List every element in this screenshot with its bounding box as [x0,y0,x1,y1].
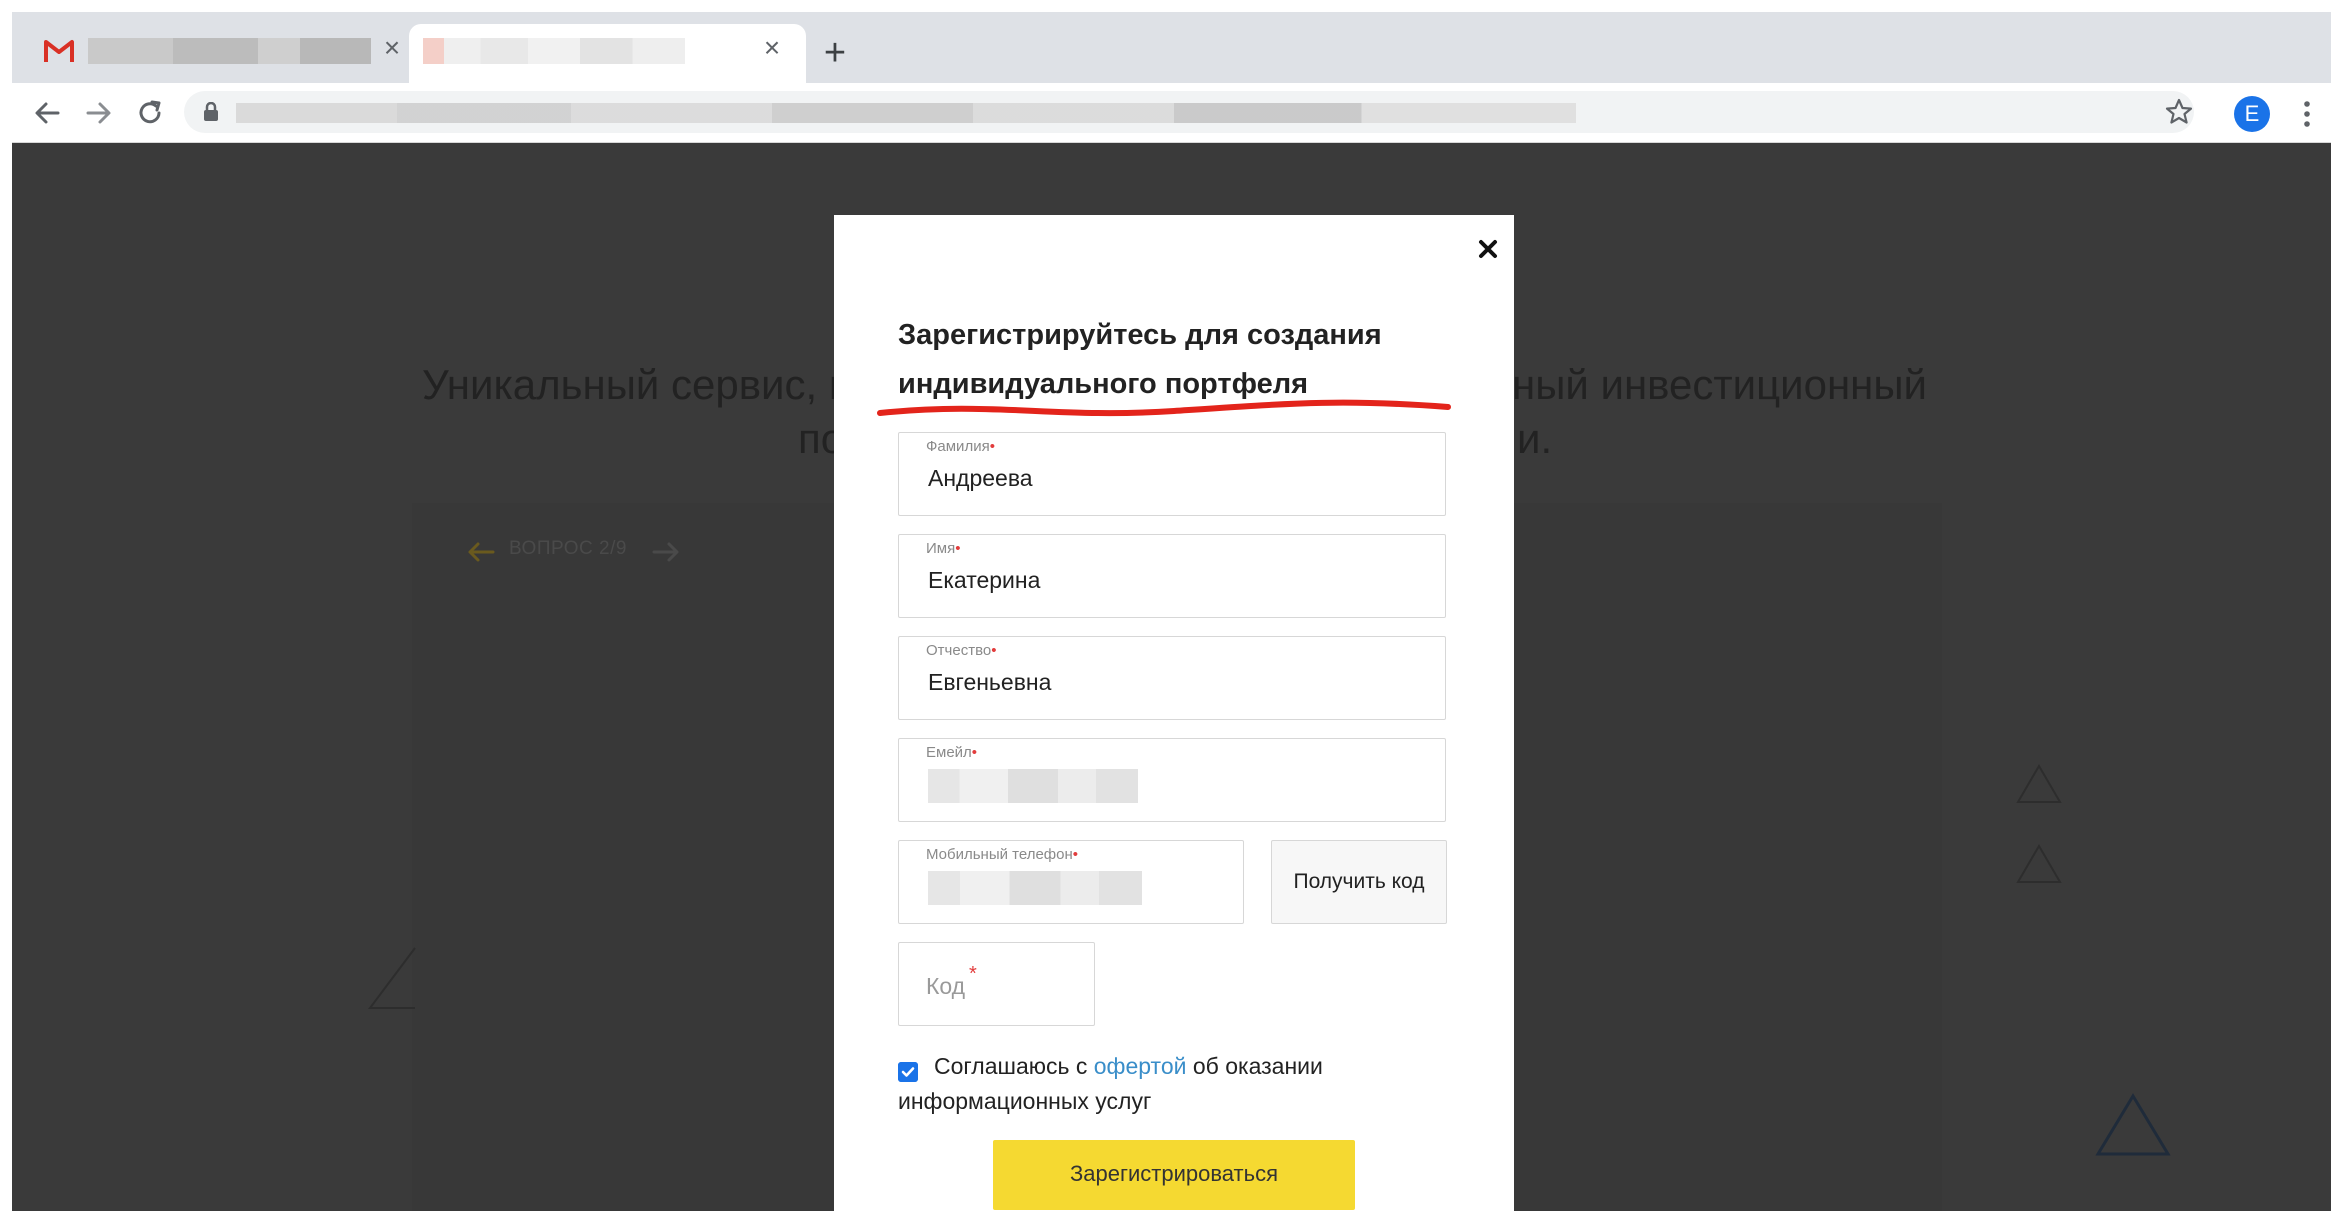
field-label: Фамилия• [926,438,995,455]
field-label: Мобильный телефон• [926,846,1079,863]
registration-modal: Зарегистрируйтесь для создания индивидуа… [834,215,1514,1211]
agree-text-line2: информационных услуг [898,1088,1152,1114]
close-icon[interactable]: × [756,32,788,64]
star-icon[interactable] [2162,95,2196,129]
tab-gmail[interactable]: × [24,24,414,83]
surname-field[interactable]: Фамилия• Андреева [898,432,1446,516]
first-name-value: Екатерина [928,567,1041,593]
forward-arrow-icon[interactable] [78,93,118,133]
address-bar[interactable] [184,91,2194,133]
agree-text: Соглашаюсь с офертой об оказании [934,1053,1323,1079]
code-field[interactable]: Код * [898,942,1095,1026]
field-label: Емейл• [926,744,978,761]
close-icon[interactable] [1476,237,1500,261]
modal-title-line1: Зарегистрируйтесь для создания [898,319,1382,351]
url-redacted [236,103,1576,123]
triangle-decoration [2016,844,2062,883]
field-label: Отчество• [926,642,997,659]
email-field[interactable]: Емейл• [898,738,1446,822]
browser-toolbar: E [12,83,2331,143]
arrow-left-icon [468,542,495,562]
question-counter: ВОПРОС 2/9 [509,538,627,559]
patronymic-field[interactable]: Отчество• Евгеньевна [898,636,1446,720]
code-placeholder: Код [926,973,966,999]
triangle-decoration [2016,764,2062,803]
reload-icon[interactable] [130,93,170,133]
surname-value: Андреева [928,465,1033,491]
agree-checkbox[interactable] [898,1062,918,1082]
tab-title-redacted [88,38,371,64]
red-underline-annotation [877,399,1451,417]
register-button[interactable]: Зарегистрироваться [993,1140,1355,1210]
get-code-button[interactable]: Получить код [1271,840,1447,924]
phone-value-redacted [928,871,1142,905]
offer-link[interactable]: офертой [1094,1053,1187,1079]
tab-strip: × × + [12,12,2331,83]
browser-window: × × + E Уникальный сервис, п ный инвести… [12,12,2331,1211]
menu-dots-icon[interactable] [2297,97,2317,131]
tab-active[interactable]: × [409,24,806,83]
gmail-icon [44,40,74,62]
triangle-decoration [368,947,416,1009]
first-name-field[interactable]: Имя• Екатерина [898,534,1446,618]
phone-field[interactable]: Мобильный телефон• [898,840,1244,924]
tab-title-redacted [423,38,685,64]
hero-text-right-2: и. [1517,415,1553,462]
email-value-redacted [928,769,1138,803]
triangle-decoration [2095,1093,2171,1156]
back-arrow-icon[interactable] [28,93,68,133]
hero-text-right: ный инвестиционный [1512,361,1927,408]
field-label: Имя• [926,540,961,557]
patronymic-value: Евгеньевна [928,669,1052,695]
code-required-mark: * [969,963,977,985]
profile-avatar[interactable]: E [2234,96,2270,132]
lock-icon [204,102,218,121]
arrow-right-icon [652,542,679,562]
close-icon[interactable]: × [376,32,408,64]
hero-text-left: Уникальный сервис, п [422,361,852,408]
new-tab-button[interactable]: + [815,34,855,74]
page-overlay: Уникальный сервис, п ный инвестиционный … [12,143,2331,1211]
